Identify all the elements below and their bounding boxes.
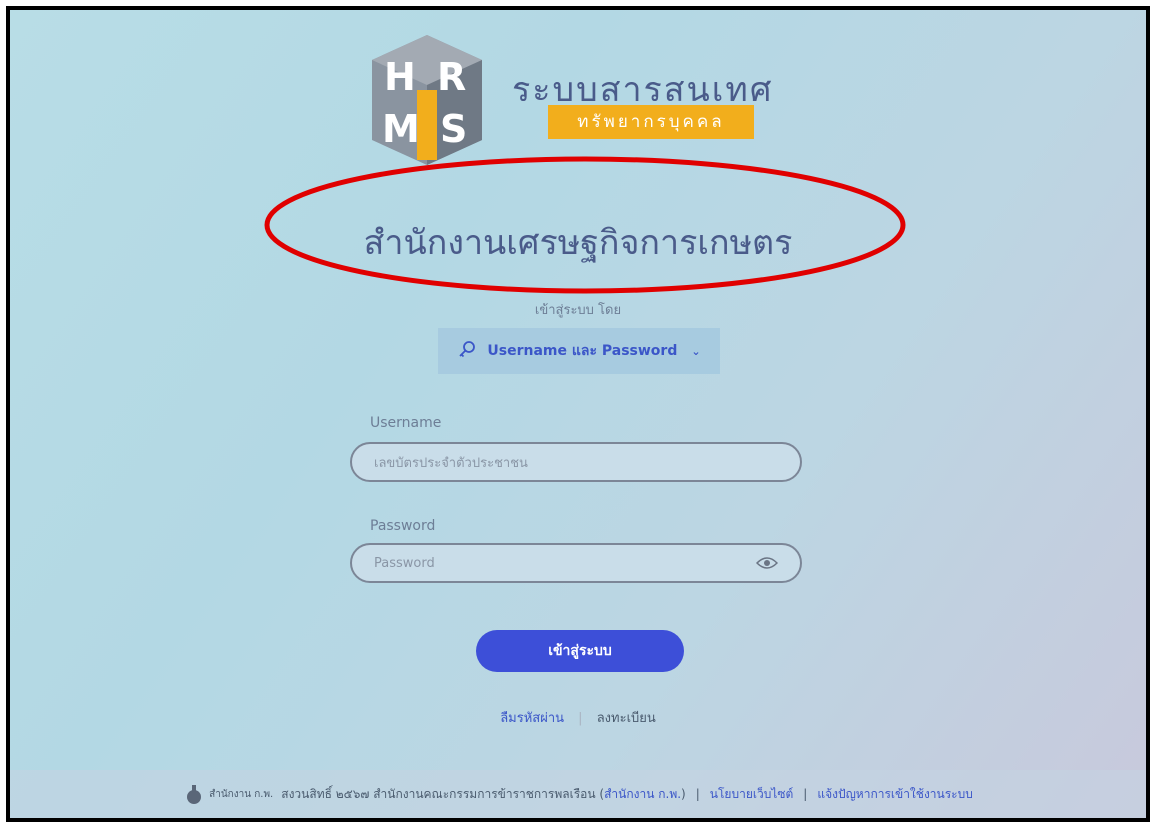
register-link[interactable]: ลงทะเบียน [597,711,656,726]
chevron-down-icon: ⌄ [691,344,701,358]
username-placeholder: เลขบัตรประจำตัวประชาชน [374,455,528,471]
footer-copyright: สงวนสิทธิ์ ๒๕๖๗ สำนักงานคณะกรรมการข้าราช… [281,786,686,801]
ocsc-logo-text: สำนักงาน ก.พ. [209,788,274,800]
organization-title: สำนักงานเศรษฐกิจการเกษตร [363,223,793,263]
login-by-label: เข้าสู่ระบบ โดย [534,303,622,318]
ocsc-emblem-icon [187,785,202,804]
footer: สำนักงาน ก.พ. สงวนสิทธิ์ ๒๕๖๗ สำนักงานคณ… [10,770,1146,818]
password-input[interactable]: Password [350,543,802,583]
username-input[interactable]: เลขบัตรประจำตัวประชาชน [350,442,802,482]
ocsc-logo: สำนักงาน ก.พ. [183,783,273,805]
password-label: Password [370,518,436,534]
login-method-label: Username และ Password [487,343,678,359]
svg-text:R: R [437,55,466,99]
website-policy-link[interactable]: นโยบายเว็บไซต์ [710,785,794,804]
footer-separator: | [695,787,700,801]
login-links: ลืมรหัสผ่าน | ลงทะเบียน [10,707,1146,728]
login-page: H R M S ระบบสารสนเทศ ทรัพยากรบุคคล สำนัก… [6,6,1150,822]
report-problem-link[interactable]: แจ้งปัญหาการเข้าใช้งานระบบ [817,785,973,804]
key-icon [457,339,477,363]
username-label: Username [370,415,442,431]
svg-text:M: M [382,107,420,151]
login-button[interactable]: เข้าสู่ระบบ [476,630,684,672]
password-placeholder: Password [374,555,435,571]
svg-text:H: H [384,55,416,99]
footer-separator: | [803,787,808,801]
system-subtitle: ทรัพยากรบุคคล [548,105,754,139]
login-method-dropdown[interactable]: Username และ Password ⌄ [438,328,720,374]
svg-text:S: S [440,107,467,151]
forgot-password-link[interactable]: ลืมรหัสผ่าน [500,711,564,726]
link-separator: | [578,711,583,726]
hrms-logo: H R M S [372,35,482,165]
eye-icon[interactable] [756,556,778,570]
ocsc-link[interactable]: สำนักงาน ก.พ. [604,787,681,801]
